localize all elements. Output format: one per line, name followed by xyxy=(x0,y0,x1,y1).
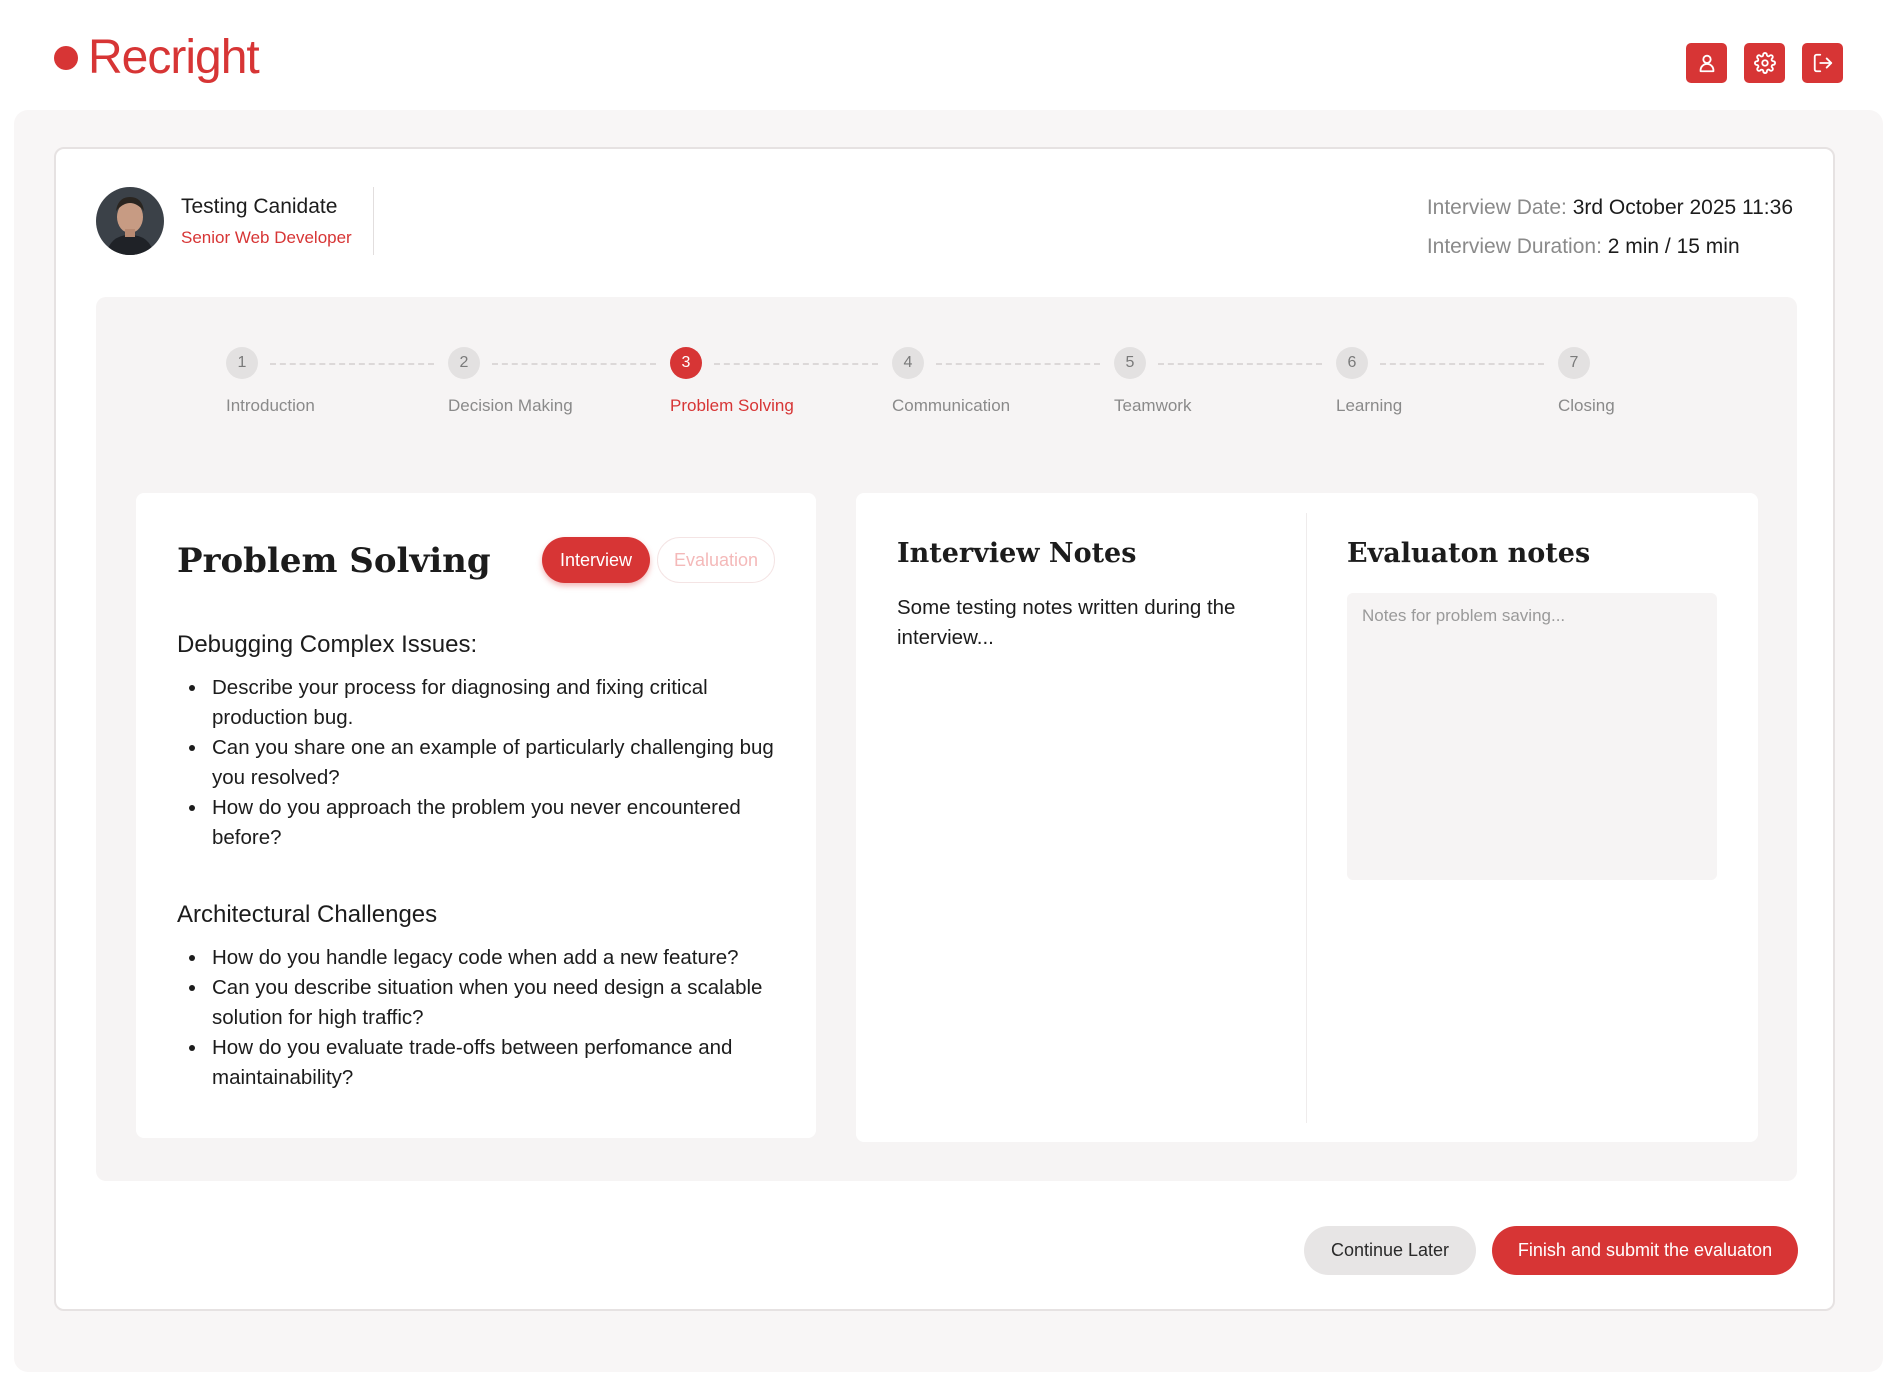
step-number: 3 xyxy=(670,347,702,379)
interview-date-value: 3rd October 2025 11:36 xyxy=(1572,196,1793,219)
step-label: Teamwork xyxy=(1114,396,1192,415)
logout-icon xyxy=(1813,53,1832,73)
evaluation-toggle-button[interactable]: Evaluation xyxy=(657,537,775,583)
brand-name: Recright xyxy=(88,31,260,84)
step-label: Problem Solving xyxy=(670,396,794,415)
step-connector xyxy=(492,363,656,365)
question-item: Can you describe situation when you need… xyxy=(208,973,788,1033)
step-number: 7 xyxy=(1558,347,1590,379)
step-label: Communication xyxy=(892,396,1011,415)
notes-divider xyxy=(1306,513,1307,1123)
logout-button[interactable] xyxy=(1802,43,1843,83)
question-item: Can you share one an example of particul… xyxy=(208,733,788,793)
interview-meta: Interview Date: 3rd October 2025 11:36 I… xyxy=(1427,188,1793,266)
interview-notes-text: Some testing notes written during the in… xyxy=(897,596,1236,649)
question-list: Describe your process for diagnosing and… xyxy=(208,673,788,853)
step-communication[interactable]: 4 Communication xyxy=(892,347,1010,415)
interview-duration-label: Interview Duration: xyxy=(1426,235,1602,258)
step-closing[interactable]: 7 Closing xyxy=(1558,347,1615,415)
question-item: Describe your process for diagnosing and… xyxy=(208,673,788,733)
step-label: Closing xyxy=(1558,396,1615,415)
interview-date: Interview Date: 3rd October 2025 11:36 xyxy=(1427,188,1793,227)
candidate-divider xyxy=(373,187,374,255)
step-label: Learning xyxy=(1336,396,1403,415)
evaluation-notes-title: Evaluaton notes xyxy=(1347,538,1591,569)
settings-button[interactable] xyxy=(1744,43,1785,83)
steps-panel: 1 Introduction 2 Decision Making 3 Probl… xyxy=(96,297,1797,1181)
step-connector xyxy=(1158,363,1322,365)
candidate-info: Testing Canidate Senior Web Developer xyxy=(96,187,352,255)
question-list: How do you handle legacy code when add a… xyxy=(208,943,788,1093)
notes-card: Interview Notes Some testing notes writt… xyxy=(856,493,1758,1142)
candidate-role: Senior Web Developer xyxy=(181,227,352,247)
interview-date-label: Interview Date: xyxy=(1426,196,1567,219)
section-title: Problem Solving xyxy=(177,541,491,581)
question-section-heading: Debugging Complex Issues: xyxy=(177,631,478,658)
step-connector xyxy=(1380,363,1544,365)
step-number: 2 xyxy=(448,347,480,379)
question-item: How do you evaluate trade-offs between p… xyxy=(208,1033,788,1093)
logo-dot-icon xyxy=(54,46,78,70)
interview-duration-value: 2 min / 15 min xyxy=(1607,235,1740,258)
brand-logo[interactable]: Recright xyxy=(54,31,260,84)
top-bar: Recright xyxy=(0,0,1887,110)
step-problem-solving[interactable]: 3 Problem Solving xyxy=(670,347,794,415)
step-connector xyxy=(270,363,434,365)
step-learning[interactable]: 6 Learning xyxy=(1336,347,1402,415)
question-item: How do you handle legacy code when add a… xyxy=(208,943,788,973)
profile-button[interactable] xyxy=(1686,43,1727,83)
interview-card: Testing Canidate Senior Web Developer In… xyxy=(54,147,1835,1311)
step-introduction[interactable]: 1 Introduction xyxy=(226,347,315,415)
step-teamwork[interactable]: 5 Teamwork xyxy=(1114,347,1191,415)
evaluation-notes-input[interactable] xyxy=(1347,593,1717,880)
step-connector xyxy=(936,363,1100,365)
questions-card: Problem Solving Interview Evaluation Deb… xyxy=(136,493,816,1138)
question-item: How do you approach the problem you neve… xyxy=(208,793,788,853)
candidate-text: Testing Canidate Senior Web Developer xyxy=(181,195,352,248)
continue-later-button[interactable]: Continue Later xyxy=(1304,1226,1476,1275)
step-number: 4 xyxy=(892,347,924,379)
submit-evaluation-button[interactable]: Finish and submit the evaluaton xyxy=(1492,1226,1798,1275)
step-label: Decision Making xyxy=(448,396,573,415)
stepper: 1 Introduction 2 Decision Making 3 Probl… xyxy=(226,347,1626,427)
gear-icon xyxy=(1753,52,1776,74)
step-number: 5 xyxy=(1114,347,1146,379)
header-actions xyxy=(1686,43,1843,83)
step-decision-making[interactable]: 2 Decision Making xyxy=(448,347,573,415)
user-icon xyxy=(1699,54,1714,73)
view-toggle: Interview Evaluation xyxy=(542,537,775,583)
avatar xyxy=(96,187,164,255)
interview-duration: Interview Duration: 2 min / 15 min xyxy=(1427,227,1793,266)
step-number: 6 xyxy=(1336,347,1368,379)
interview-notes-title: Interview Notes xyxy=(897,538,1137,569)
question-section-heading: Architectural Challenges xyxy=(177,901,438,928)
step-label: Introduction xyxy=(226,396,315,415)
candidate-name: Testing Canidate xyxy=(181,194,338,218)
step-connector xyxy=(714,363,878,365)
interview-toggle-button[interactable]: Interview xyxy=(542,537,650,583)
step-number: 1 xyxy=(226,347,258,379)
